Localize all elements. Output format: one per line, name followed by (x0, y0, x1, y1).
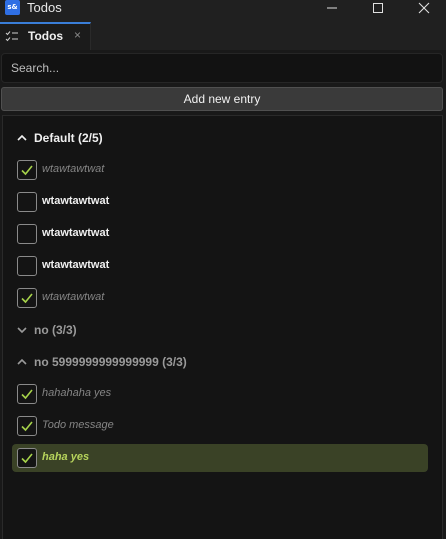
chevron-down-icon (17, 327, 27, 334)
todo-item[interactable]: hahahaha yes (12, 380, 428, 408)
chevron-up-icon (17, 358, 27, 365)
todo-checkbox[interactable] (17, 160, 37, 180)
checklist-icon (5, 31, 18, 42)
maximize-icon (373, 3, 383, 13)
group-title: Default (2/5) (34, 131, 103, 145)
todo-item[interactable]: wtawtawtwat (12, 284, 428, 312)
minimize-button[interactable] (312, 0, 352, 16)
checkmark-icon (21, 293, 33, 304)
tab-label: Todos (28, 29, 64, 43)
todo-checkbox[interactable] (17, 384, 37, 404)
group-header-no[interactable]: no (3/3) (16, 320, 77, 340)
checkmark-icon (21, 389, 33, 400)
close-icon (418, 2, 430, 14)
todo-text: hahahaha yes (42, 387, 112, 399)
checkmark-icon (21, 165, 33, 176)
group-title: no (3/3) (34, 323, 77, 337)
group-title: no 5999999999999999 (3/3) (34, 355, 187, 369)
todo-checkbox[interactable] (17, 288, 37, 308)
todo-item[interactable]: wtawtawtwat (12, 188, 428, 216)
todo-text: Todo message (42, 419, 114, 431)
todo-checkbox[interactable] (17, 416, 37, 436)
todo-checkbox[interactable] (17, 192, 37, 212)
window-title: Todos (27, 0, 62, 15)
todo-text: wtawtawtwat (42, 195, 110, 207)
tab-todos[interactable]: Todos × (0, 22, 91, 50)
todo-item[interactable]: wtawtawtwat (12, 252, 428, 280)
add-new-entry-button[interactable]: Add new entry (1, 87, 443, 111)
todo-item-selected[interactable]: haha yes (12, 444, 428, 472)
group-header-no-5999[interactable]: no 5999999999999999 (3/3) (16, 352, 187, 372)
app-logo-icon: s& (5, 0, 20, 15)
todo-text: wtawtawtwat (42, 259, 110, 271)
title-bar: s& Todos (0, 0, 446, 16)
todo-text: haha yes (42, 451, 90, 463)
tab-bar: Todos × (0, 16, 446, 50)
close-window-button[interactable] (404, 0, 444, 16)
maximize-button[interactable] (358, 0, 398, 16)
minimize-icon (327, 7, 337, 9)
group-header-default[interactable]: Default (2/5) (16, 128, 103, 148)
todo-item[interactable]: wtawtawtwat (12, 220, 428, 248)
chevron-up-icon (17, 134, 27, 141)
tab-close-button[interactable]: × (74, 28, 81, 42)
todo-text: wtawtawtwat (42, 291, 105, 303)
checkmark-icon (21, 453, 33, 464)
todo-list-panel: Default (2/5) wtawtawtwat wtawtawtwat wt… (2, 115, 443, 539)
todo-text: wtawtawtwat (42, 163, 105, 175)
todo-checkbox[interactable] (17, 256, 37, 276)
todo-checkbox[interactable] (17, 448, 37, 468)
todo-item[interactable]: Todo message (12, 412, 428, 440)
search-input[interactable] (1, 53, 443, 83)
todo-checkbox[interactable] (17, 224, 37, 244)
todo-text: wtawtawtwat (42, 227, 110, 239)
todo-item[interactable]: wtawtawtwat (12, 156, 428, 184)
checkmark-icon (21, 421, 33, 432)
